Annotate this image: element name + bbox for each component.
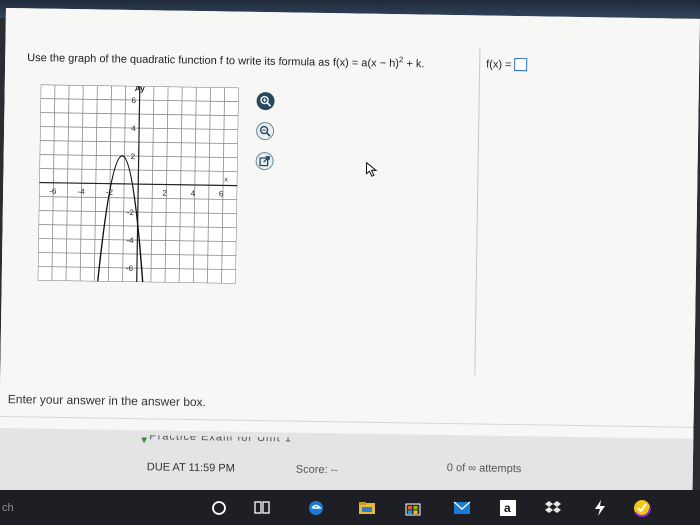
task-view-icon [254, 501, 270, 514]
question-text: Use the graph of the quadratic function … [27, 49, 424, 70]
y-axis-label: Ay [135, 85, 146, 94]
answer-label: f(x) = [486, 58, 512, 71]
y-tick-label: -6 [126, 264, 134, 273]
dropbox-icon [545, 501, 561, 513]
x-tick-label: -4 [77, 187, 85, 196]
cortana-icon [212, 501, 226, 515]
zoom-out-icon [259, 125, 271, 137]
windows-taskbar: ch a [0, 490, 700, 525]
external-link-icon [259, 155, 270, 167]
x-tick-label: -6 [49, 187, 57, 196]
open-new-window-button[interactable] [255, 151, 274, 171]
amazon-icon: a [500, 500, 516, 516]
answer-input-box[interactable] [514, 57, 528, 72]
y-tick-label: -4 [126, 236, 134, 245]
norton-button[interactable] [632, 498, 652, 518]
dropbox-button[interactable] [543, 498, 563, 518]
mouse-cursor-icon [365, 161, 378, 177]
screen: Use the graph of the quadratic function … [0, 8, 700, 501]
question-suffix: + k. [403, 57, 425, 71]
edge-icon [309, 501, 323, 515]
edge-button[interactable] [306, 498, 326, 518]
question-prefix: Use the graph of the quadratic function … [27, 51, 400, 70]
assignment-title[interactable]: Practice Exam for Unit 1 [149, 435, 292, 446]
x-tick-label: 2 [162, 188, 167, 197]
mail-icon [453, 501, 471, 514]
attempts-text: 0 of ∞ attempts [446, 461, 522, 476]
svg-text:a: a [504, 501, 511, 515]
x-axis-label: x [224, 176, 228, 183]
y-tick-label: -2 [127, 208, 135, 217]
file-explorer-icon [359, 502, 375, 514]
x-tick-label: 6 [219, 189, 224, 198]
collapse-chevron-icon[interactable]: ▼ [139, 435, 149, 446]
amazon-button[interactable]: a [498, 498, 518, 518]
search-box-text[interactable]: ch [2, 502, 14, 514]
score-text: Score: -- [295, 463, 339, 477]
task-view-button[interactable] [252, 498, 272, 518]
y-tick-label: 6 [131, 96, 136, 105]
x-tick-label: 4 [191, 189, 196, 198]
store-button[interactable] [403, 498, 423, 518]
panel-divider [474, 47, 481, 376]
question-panel: Use the graph of the quadratic function … [0, 8, 700, 439]
zoom-out-button[interactable] [255, 121, 275, 141]
parabola-graph: -6 -4 -2 2 4 6 642-2-4-6 Ay x [37, 84, 239, 284]
tidal-button[interactable] [590, 498, 610, 518]
due-time: DUE AT 11:59 PM [146, 461, 235, 475]
mail-button[interactable] [452, 498, 472, 518]
zoom-in-icon [260, 95, 272, 107]
instruction-text: Enter your answer in the answer box. [7, 392, 207, 410]
store-icon [405, 503, 421, 516]
cortana-button[interactable] [209, 498, 229, 518]
answer-area: f(x) = [486, 57, 528, 72]
y-tick-label: 2 [131, 152, 136, 161]
norton-icon [633, 499, 651, 517]
file-explorer-button[interactable] [357, 498, 377, 518]
tidal-icon [595, 500, 605, 516]
y-tick-label: 4 [131, 124, 136, 133]
content-separator [0, 415, 694, 428]
zoom-in-button[interactable] [256, 91, 275, 111]
